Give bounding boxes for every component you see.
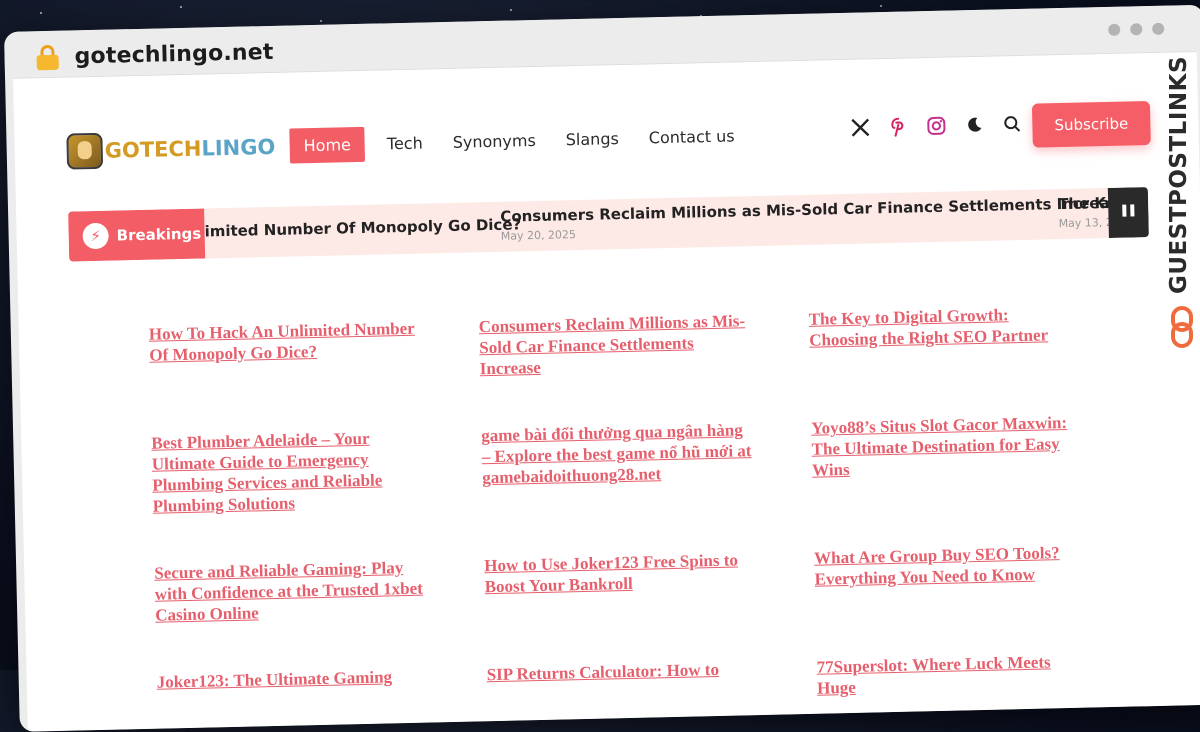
logo-mascot-icon bbox=[66, 132, 104, 170]
site-logo[interactable]: GOTECHLINGO bbox=[66, 129, 276, 170]
search-icon[interactable] bbox=[1002, 114, 1022, 134]
article-link[interactable]: How To Hack An Unlimited Number Of Monop… bbox=[149, 318, 420, 387]
ticker-item[interactable]: imited Number Of Monopoly Go Dice? bbox=[204, 215, 521, 240]
article-links-grid: How To Hack An Unlimited Number Of Monop… bbox=[149, 302, 1118, 714]
nav-item-slangs[interactable]: Slangs bbox=[557, 121, 627, 158]
window-dot-icon[interactable] bbox=[1108, 23, 1121, 36]
main-navigation: Home Tech Synonyms Slangs Contact us bbox=[289, 118, 743, 164]
lock-icon bbox=[36, 44, 59, 71]
chain-link-icon bbox=[1169, 306, 1195, 348]
pause-icon bbox=[1120, 203, 1136, 221]
window-dot-icon[interactable] bbox=[1152, 22, 1165, 35]
breaking-ticker: imited Number Of Monopoly Go Dice? Consu… bbox=[204, 188, 1138, 258]
web-page: GOTECHLINGO Home Tech Synonyms Slangs Co… bbox=[13, 50, 1200, 732]
article-link[interactable]: What Are Group Buy SEO Tools? Everything… bbox=[814, 542, 1085, 611]
nav-item-synonyms[interactable]: Synonyms bbox=[444, 123, 544, 160]
pinterest-icon[interactable] bbox=[888, 117, 908, 137]
article-link[interactable]: How to Use Joker123 Free Spins to Boost … bbox=[484, 549, 755, 618]
instagram-icon[interactable] bbox=[926, 116, 946, 136]
breaking-news-bar: ⚡︎ Breakings imited Number Of Monopoly G… bbox=[68, 187, 1149, 262]
lightning-icon: ⚡︎ bbox=[82, 222, 109, 250]
x-twitter-icon[interactable] bbox=[850, 117, 870, 137]
pause-ticker-button[interactable] bbox=[1107, 187, 1149, 238]
nav-item-tech[interactable]: Tech bbox=[378, 125, 431, 161]
ticker-item[interactable]: Consumers Reclaim Millions as Mis-Sold C… bbox=[500, 194, 1129, 243]
logo-text: GOTECHLINGO bbox=[104, 134, 276, 163]
article-link[interactable]: Best Plumber Adelaide – Your Ultimate Gu… bbox=[151, 427, 423, 517]
breaking-label: ⚡︎ Breakings bbox=[68, 208, 206, 262]
nav-item-home[interactable]: Home bbox=[289, 126, 366, 164]
window-dot-icon[interactable] bbox=[1130, 23, 1143, 36]
article-link[interactable]: game bài đổi thưởng qua ngân hàng – Expl… bbox=[481, 419, 753, 509]
subscribe-button[interactable]: Subscribe bbox=[1031, 101, 1151, 148]
header-tools bbox=[850, 114, 1022, 138]
nav-item-contact-us[interactable]: Contact us bbox=[640, 118, 743, 155]
address-bar-url[interactable]: gotechlingo.net bbox=[74, 40, 274, 70]
window-controls bbox=[1108, 22, 1165, 36]
article-link[interactable]: Secure and Reliable Gaming: Play with Co… bbox=[154, 557, 425, 626]
article-link[interactable]: The Key to Digital Growth: Choosing the … bbox=[808, 303, 1079, 372]
article-link[interactable]: Joker123: The Ultimate Gaming bbox=[157, 666, 428, 714]
moon-icon[interactable] bbox=[964, 115, 984, 135]
article-link[interactable]: 77Superslot: Where Luck Meets Huge bbox=[816, 651, 1087, 699]
article-link[interactable]: Consumers Reclaim Millions as Mis-Sold C… bbox=[479, 310, 750, 379]
watermark-text: GUESTPOSTLINKS bbox=[1166, 55, 1192, 294]
article-link[interactable]: Yoyo88’s Situs Slot Gacor Maxwin: The Ul… bbox=[811, 412, 1083, 502]
article-link[interactable]: SIP Returns Calculator: How to bbox=[486, 658, 757, 706]
guestpostlinks-watermark: GUESTPOSTLINKS bbox=[1165, 56, 1199, 356]
browser-window: gotechlingo.net GOTECHLINGO Home Tech Sy… bbox=[4, 4, 1200, 732]
